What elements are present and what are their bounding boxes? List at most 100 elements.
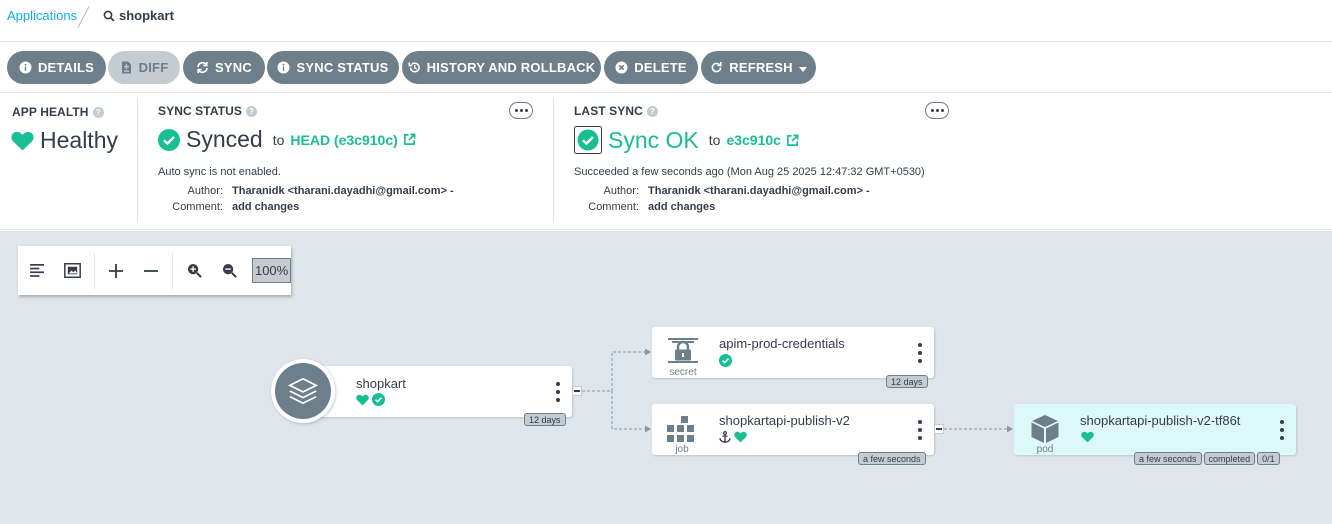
sync-status-title: SYNC STATUS ? xyxy=(158,104,257,118)
search-icon xyxy=(103,10,115,22)
external-link-icon xyxy=(786,134,799,146)
lock-icon xyxy=(668,338,698,363)
check-square-icon xyxy=(574,126,602,154)
heart-icon xyxy=(356,394,369,405)
author-label: Author: xyxy=(603,185,639,197)
node-name: shopkartapi-publish-v2-tf86t xyxy=(1080,413,1241,428)
comment-label: Comment: xyxy=(172,201,223,213)
node-menu-button[interactable] xyxy=(554,382,562,402)
file-diff-icon xyxy=(120,61,133,74)
node-menu-button[interactable] xyxy=(916,420,924,440)
comment-label: Comment: xyxy=(588,201,639,213)
help-icon[interactable]: ? xyxy=(92,106,104,118)
edge-app-to-secret xyxy=(582,348,651,392)
details-button[interactable]: DETAILS xyxy=(7,51,106,84)
last-sync-author-row: Author: Tharanidk <tharani.dayadhi@gmail… xyxy=(574,185,870,197)
sync-comment-row: Comment: add changes xyxy=(158,201,299,213)
divider xyxy=(553,97,554,223)
last-sync-title-text: LAST SYNC xyxy=(574,104,643,118)
age-badge: a few seconds xyxy=(858,452,926,465)
refresh-button[interactable]: REFRESH xyxy=(701,51,816,84)
breadcrumb-current-app[interactable]: shopkart xyxy=(103,8,174,23)
application-icon xyxy=(271,359,335,423)
node-menu-button[interactable] xyxy=(916,343,924,363)
check-circle-icon xyxy=(372,393,385,406)
delete-label: DELETE xyxy=(634,60,687,75)
edge-job-to-pod xyxy=(944,425,1013,433)
node-name: shopkartapi-publish-v2 xyxy=(719,413,850,428)
last-sync-value: Sync OK to e3c910c xyxy=(574,126,799,154)
action-toolbar: DETAILS DIFF SYNC SYNC STATUS HISTORY AN… xyxy=(0,42,1332,93)
node-status-icons xyxy=(1081,431,1094,443)
sync-status-more-button[interactable] xyxy=(509,102,533,119)
status-panel: APP HEALTH ? Healthy SYNC STATUS ? Synce… xyxy=(0,93,1332,230)
app-node-shopkart[interactable]: shopkart xyxy=(305,366,572,417)
collapse-toggle[interactable] xyxy=(572,386,582,396)
collapse-toggle[interactable] xyxy=(934,424,944,434)
age-badge: 12 days xyxy=(886,375,928,388)
last-sync-comment-row: Comment: add changes xyxy=(574,201,715,213)
sync-status-button[interactable]: SYNC STATUS xyxy=(267,51,399,84)
app-health-title-text: APP HEALTH xyxy=(12,105,89,119)
breadcrumb-separator xyxy=(77,6,90,28)
app-health-text: Healthy xyxy=(40,127,118,153)
edge-app-to-job xyxy=(582,390,651,433)
sync-author-row: Author: Tharanidk <tharani.dayadhi@gmail… xyxy=(158,185,454,197)
delete-button[interactable]: DELETE xyxy=(604,51,698,84)
heart-icon xyxy=(1081,431,1094,443)
external-link-icon xyxy=(403,133,416,145)
cube-icon xyxy=(1031,415,1059,443)
last-sync-more-button[interactable] xyxy=(925,102,949,119)
node-name: shopkart xyxy=(356,376,406,391)
job-node[interactable]: job shopkartapi-publish-v2 xyxy=(652,404,934,455)
app-health-title: APP HEALTH ? xyxy=(12,105,104,119)
layers-icon xyxy=(287,377,319,405)
author-value: Tharanidk <tharani.dayadhi@gmail.com> - xyxy=(232,185,454,197)
comment-value: add changes xyxy=(648,201,716,213)
age-badge: 12 days xyxy=(524,413,566,426)
auto-sync-note: Auto sync is not enabled. xyxy=(158,166,281,178)
comment-value: add changes xyxy=(232,201,300,213)
last-sync-note: Succeeded a few seconds ago (Mon Aug 25 … xyxy=(574,166,925,178)
sync-revision-link[interactable]: HEAD (e3c910c) xyxy=(290,131,416,148)
node-menu-button[interactable] xyxy=(1278,420,1286,440)
pod-node[interactable]: pod shopkartapi-publish-v2-tf86t xyxy=(1014,404,1296,455)
history-rollback-button[interactable]: HISTORY AND ROLLBACK xyxy=(402,51,601,84)
age-badge: a few seconds xyxy=(1134,452,1202,465)
heart-icon xyxy=(734,431,747,443)
sync-status-label: SYNC STATUS xyxy=(296,60,389,75)
last-sync-revision-text: e3c910c xyxy=(726,132,781,148)
heart-icon xyxy=(11,131,34,151)
secret-node[interactable]: secret apim-prod-credentials xyxy=(652,327,934,378)
last-sync-revision-link[interactable]: e3c910c xyxy=(726,132,799,148)
anchor-icon xyxy=(719,431,731,443)
info-icon xyxy=(277,61,290,74)
info-icon xyxy=(19,61,32,74)
help-icon[interactable]: ? xyxy=(646,105,658,117)
sync-revision-text: HEAD (e3c910c) xyxy=(290,131,398,148)
resource-tree-canvas[interactable]: 100% shopkart 12 days secret apim-prod-c… xyxy=(0,231,1332,524)
synced-text: Synced xyxy=(186,126,263,152)
current-app-label: shopkart xyxy=(119,8,174,23)
to-label: to xyxy=(708,132,721,148)
node-status-icons xyxy=(356,393,385,406)
caret-down-icon xyxy=(798,60,807,75)
help-icon[interactable]: ? xyxy=(246,105,257,117)
breadcrumb-applications-link[interactable]: Applications xyxy=(7,8,77,23)
check-circle-icon xyxy=(158,128,180,151)
author-value: Tharanidk <tharani.dayadhi@gmail.com> - xyxy=(648,185,870,197)
sync-status-value: Synced to HEAD (e3c910c) xyxy=(158,126,416,153)
history-label: HISTORY AND ROLLBACK xyxy=(426,60,596,75)
diff-button[interactable]: DIFF xyxy=(108,51,180,84)
status-badge: completed xyxy=(1203,452,1256,465)
sync-icon xyxy=(196,61,209,74)
sync-button[interactable]: SYNC xyxy=(183,51,265,84)
details-label: DETAILS xyxy=(37,60,95,75)
refresh-icon xyxy=(710,61,723,74)
job-grid-icon xyxy=(667,416,694,442)
ready-count-badge: 0/1 xyxy=(1257,452,1280,465)
top-bar: Applications shopkart xyxy=(0,0,1332,42)
to-label: to xyxy=(272,131,285,148)
author-label: Author: xyxy=(187,185,223,197)
node-kind: job xyxy=(675,444,689,455)
